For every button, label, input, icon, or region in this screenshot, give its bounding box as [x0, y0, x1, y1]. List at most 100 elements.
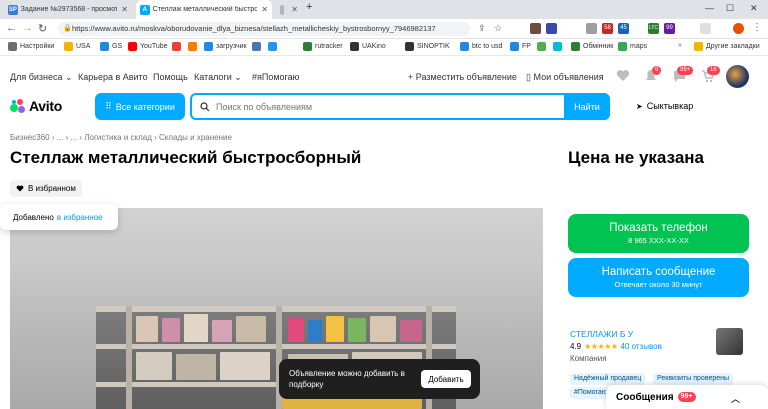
- search-input[interactable]: [216, 101, 608, 112]
- folder-icon: [64, 42, 73, 51]
- bookmark-exchanger[interactable]: Обмінник: [571, 42, 613, 51]
- browser-tab-avito[interactable]: A Стеллаж металлический быстрос ✕: [136, 0, 272, 19]
- search-icon: [200, 101, 210, 111]
- tab-favicon-blank: [280, 4, 285, 15]
- back-icon[interactable]: ←: [6, 22, 17, 34]
- favorite-button[interactable]: В избранном: [10, 180, 82, 197]
- puzzle-icon[interactable]: [700, 23, 711, 34]
- bookmark-telegram[interactable]: [268, 42, 280, 51]
- seller-name[interactable]: СТЕЛЛАЖИ Б У: [570, 329, 633, 339]
- bookmark-other[interactable]: Другие закладки: [694, 42, 760, 51]
- extension-icon[interactable]: [530, 23, 541, 34]
- chevron-up-icon[interactable]: ︿: [731, 392, 740, 405]
- close-tab-icon[interactable]: ✕: [261, 5, 268, 14]
- write-message-label: Написать сообщение: [601, 266, 716, 278]
- shield-icon[interactable]: [586, 23, 597, 34]
- seller-type: Компания: [570, 354, 607, 363]
- extension-badge-ltc[interactable]: LTC: [648, 23, 659, 34]
- avito-logo[interactable]: Avito: [10, 98, 62, 114]
- badge-reliable-seller: Надёжный продавец: [570, 373, 646, 385]
- browser-tab-task[interactable]: SP Задание №2973568 - просмотр з ✕: [4, 0, 132, 19]
- folder-icon: [694, 42, 703, 51]
- nav-catalogs[interactable]: Каталоги ⌄: [194, 72, 242, 83]
- bookmark-gmail[interactable]: [172, 42, 184, 51]
- bookmark-usa[interactable]: USA: [64, 42, 90, 51]
- close-tab-icon[interactable]: ✕: [121, 5, 128, 14]
- bookmark-settings[interactable]: Настройки: [8, 42, 54, 51]
- bookmark-btc[interactable]: btc to usd: [460, 42, 502, 51]
- favorites-link[interactable]: в избранное: [57, 213, 103, 222]
- extension-badge-99[interactable]: 99: [664, 23, 675, 34]
- show-phone-button[interactable]: Показать телефон 8 965 XXX-XX-XX: [568, 214, 749, 253]
- avito-top-nav: Для бизнеса ⌄ Карьера в Авито Помощь Кат…: [0, 56, 768, 90]
- listing-title: Стеллаж металлический быстросборный: [10, 148, 362, 167]
- bookmark-icon: [188, 42, 197, 51]
- breadcrumb[interactable]: Бизнес360 › ... › ... › Логистика и скла…: [10, 133, 232, 142]
- close-tab-icon[interactable]: ✕: [291, 5, 298, 14]
- add-to-collection-button[interactable]: Добавить: [421, 370, 471, 388]
- extension-badge-45[interactable]: 45: [618, 23, 629, 34]
- search-bar: Найти: [190, 93, 610, 120]
- bookmark-icon: [537, 42, 546, 51]
- minimize-icon[interactable]: —: [705, 3, 714, 13]
- bookmark-uakino[interactable]: UAKino: [350, 42, 386, 51]
- forward-icon[interactable]: →: [22, 22, 33, 34]
- menu-kebab-icon[interactable]: ⋮: [752, 22, 762, 33]
- nav-career[interactable]: Карьера в Авито: [78, 72, 148, 82]
- download-icon: [204, 42, 213, 51]
- listing-price: Цена не указана: [568, 148, 704, 167]
- bookmark-icon: [350, 42, 359, 51]
- reload-icon[interactable]: ↻: [38, 22, 47, 35]
- bookmark-rutracker[interactable]: rutracker: [303, 42, 343, 51]
- response-time: Отвечает около 30 минут: [614, 280, 703, 289]
- profile-avatar-icon[interactable]: [733, 23, 744, 34]
- youtube-icon: [128, 42, 137, 51]
- chevron-down-icon: ⌄: [234, 72, 242, 82]
- seller-avatar[interactable]: [716, 328, 743, 355]
- bookmark-maps[interactable]: maps: [618, 42, 647, 51]
- all-categories-button[interactable]: ⠿ Все категории: [95, 93, 185, 120]
- location-arrow-icon: ➤: [636, 101, 643, 111]
- bookmark-downloader[interactable]: загрузчик: [204, 42, 247, 51]
- bookmark-icon: [100, 42, 109, 51]
- nav-help[interactable]: Помощь: [153, 72, 188, 82]
- badge-verified-details: Реквизиты проверены: [653, 373, 734, 385]
- badge-ipomogau: #Помогаю: [570, 387, 612, 399]
- toast-message: Объявление можно добавить в подборку: [289, 369, 405, 389]
- messages-widget[interactable]: Сообщения 99+ ︿: [606, 385, 768, 409]
- chevron-right-icon[interactable]: »: [678, 42, 682, 49]
- extension-icon[interactable]: [546, 23, 557, 34]
- map-pin-icon: [618, 42, 627, 51]
- gear-icon: [8, 42, 17, 51]
- my-ads-link[interactable]: ▯ Мои объявления: [526, 72, 604, 83]
- bookmark-vk[interactable]: [252, 42, 264, 51]
- search-button[interactable]: Найти: [564, 93, 610, 120]
- avito-logo-text: Avito: [29, 98, 62, 114]
- bookmark-youtube[interactable]: YouTube: [128, 42, 168, 51]
- share-icon[interactable]: ⇪: [478, 23, 486, 34]
- write-message-button[interactable]: Написать сообщение Отвечает около 30 мин…: [568, 258, 749, 297]
- bookmark-gs[interactable]: GS: [100, 42, 122, 51]
- extension-badge-58[interactable]: 58: [602, 23, 613, 34]
- masked-phone-number: 8 965 XXX-XX-XX: [628, 236, 689, 245]
- reviews-link[interactable]: 40 отзывов: [620, 342, 661, 351]
- gmail-icon: [172, 42, 181, 51]
- show-phone-label: Показать телефон: [609, 222, 708, 234]
- bookmark-star-icon[interactable]: ☆: [494, 23, 502, 34]
- heart-icon[interactable]: [616, 69, 630, 82]
- browser-tab-blank[interactable]: ✕: [276, 0, 302, 19]
- post-ad-button[interactable]: + Разместить объявление: [408, 72, 517, 82]
- new-tab-icon[interactable]: +: [306, 1, 312, 13]
- bookmark-sinoptik[interactable]: SINOPTIK: [405, 42, 450, 51]
- bookmark-fp[interactable]: FP: [510, 42, 531, 51]
- nav-for-business[interactable]: Для бизнеса ⌄: [10, 72, 73, 83]
- nav-ipomogau[interactable]: #яПомогаю: [252, 72, 299, 82]
- bookmark-orange[interactable]: [188, 42, 200, 51]
- maximize-icon[interactable]: ☐: [726, 3, 734, 14]
- location-selector[interactable]: ➤ Сыктывкар: [636, 101, 693, 111]
- bookmark-cyan[interactable]: [553, 42, 565, 51]
- bookmark-green[interactable]: [537, 42, 549, 51]
- user-avatar[interactable]: [726, 65, 749, 88]
- url-field[interactable]: 🔒 https://www.avito.ru/moskva/oborudovan…: [58, 22, 470, 36]
- close-window-icon[interactable]: ✕: [750, 3, 758, 14]
